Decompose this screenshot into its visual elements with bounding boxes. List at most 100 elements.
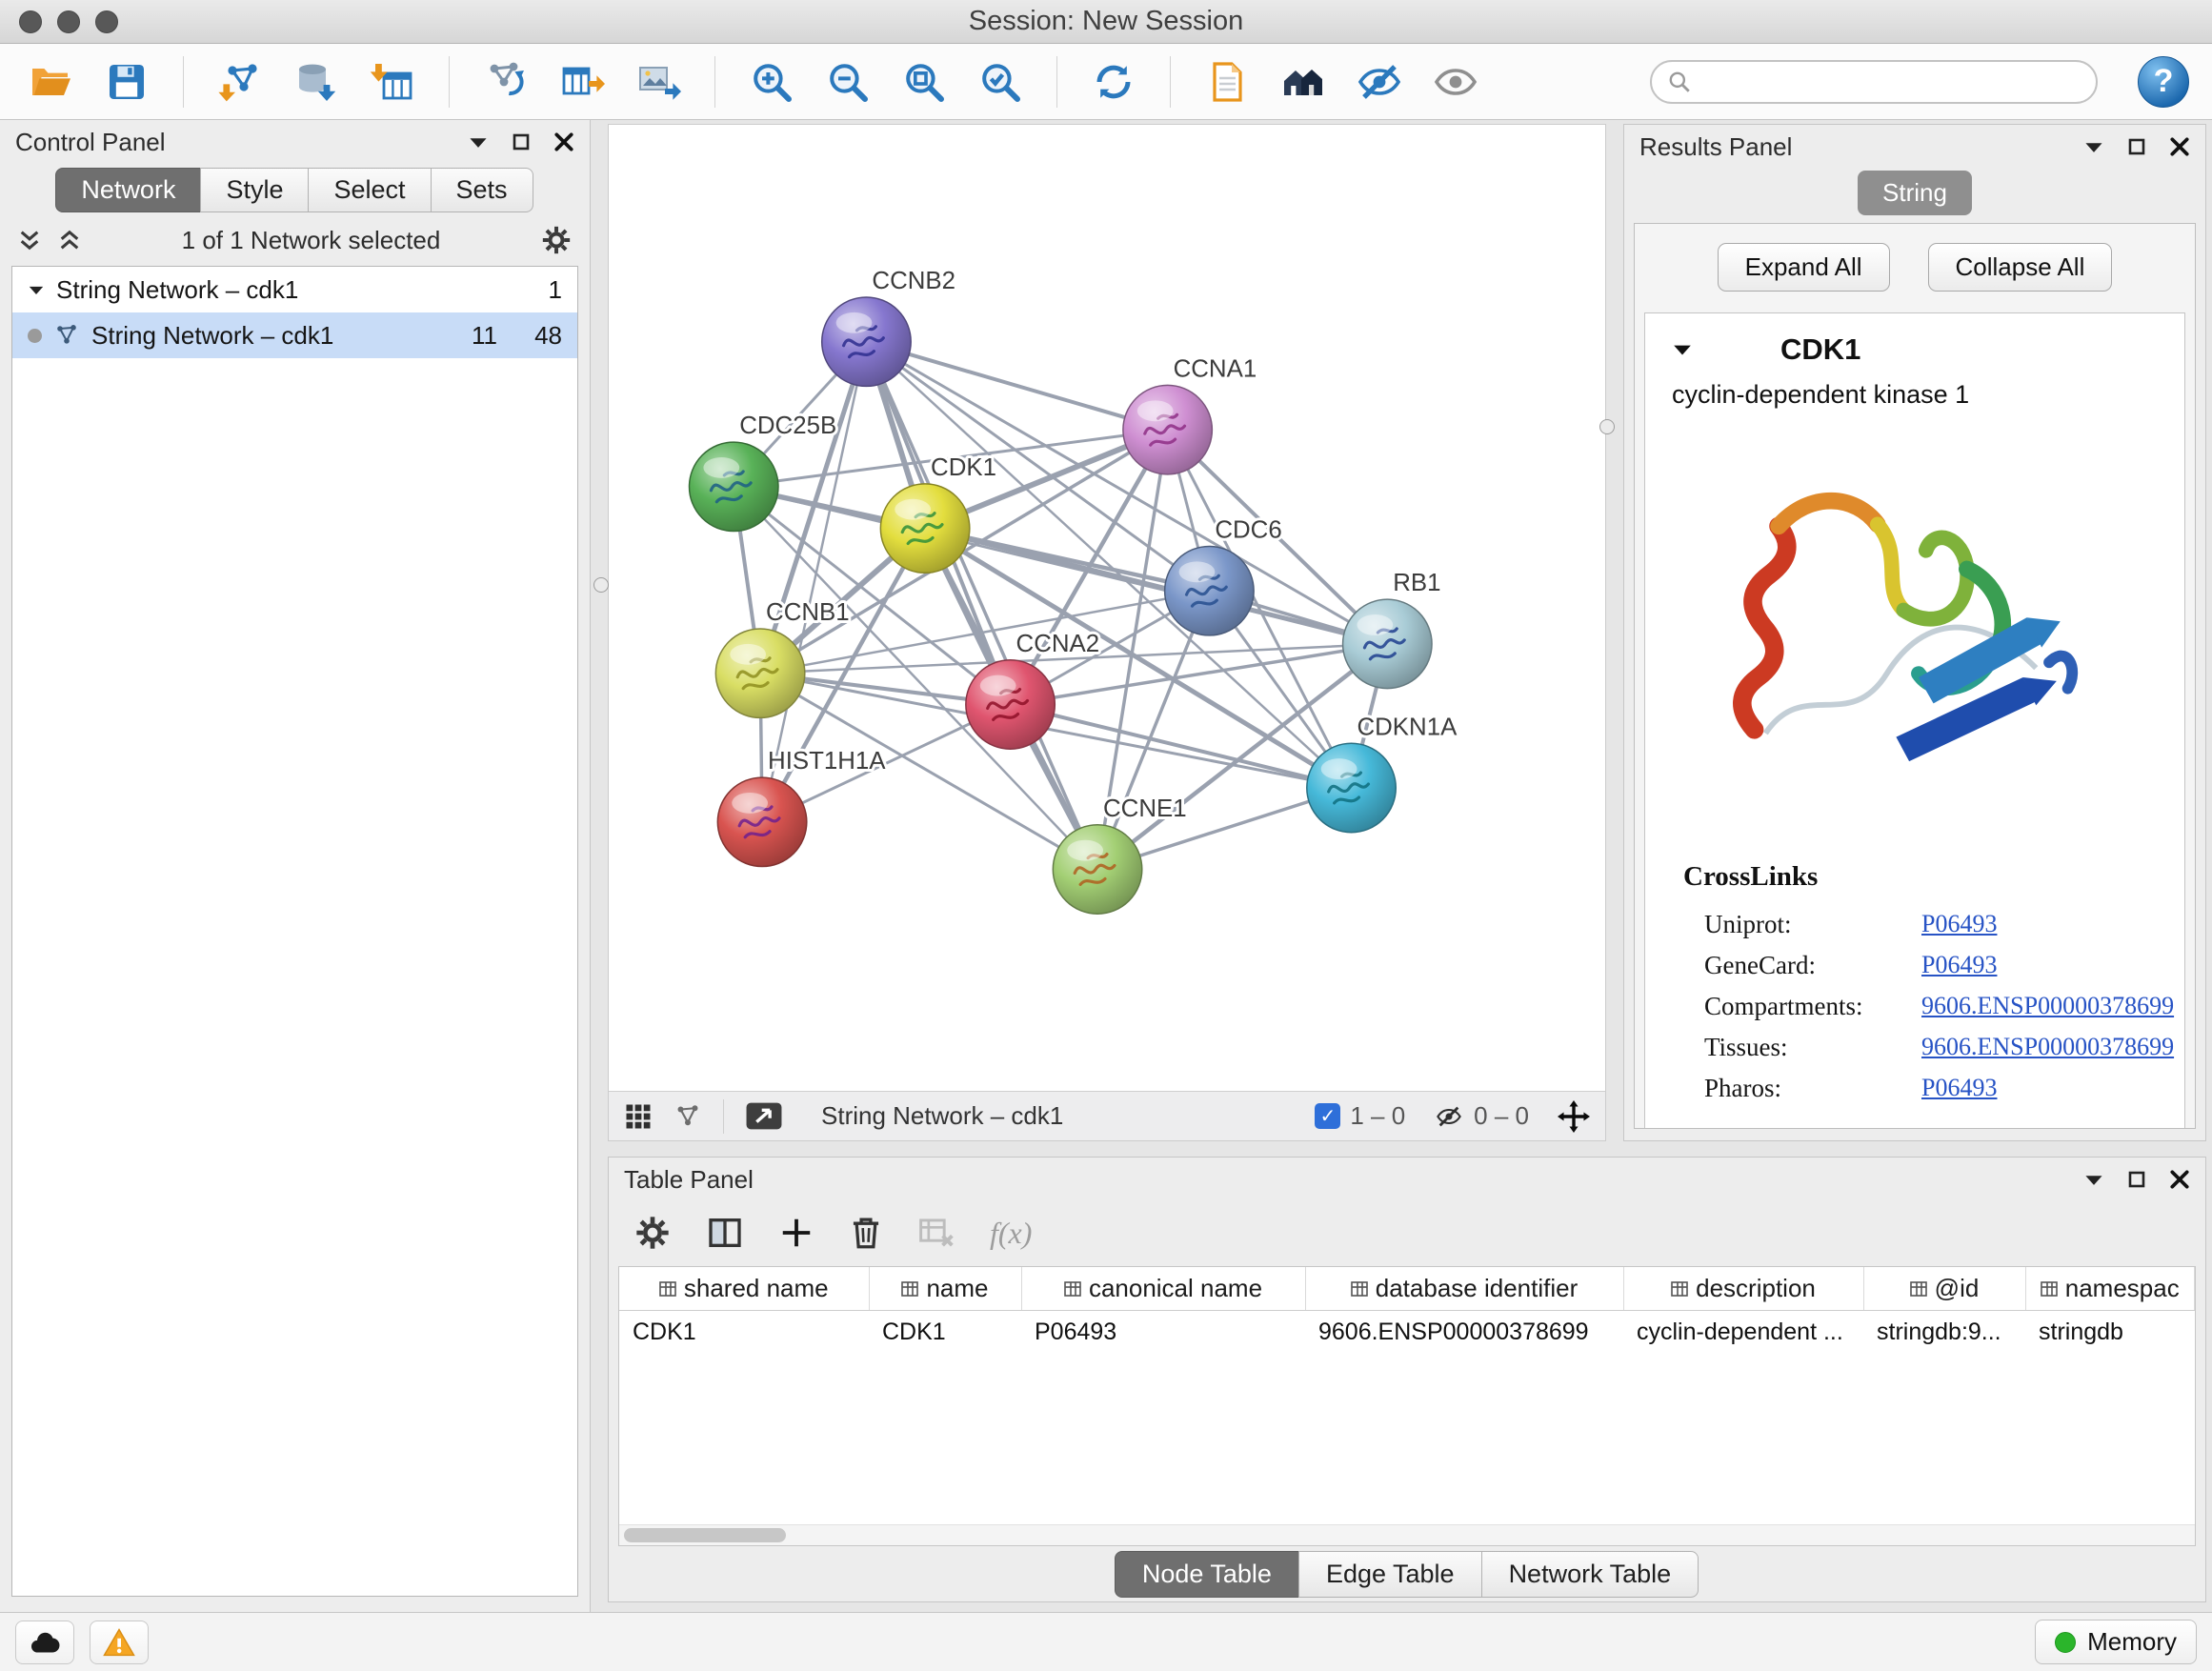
zoom-fit-button[interactable] bbox=[896, 54, 952, 110]
refresh-view-button[interactable] bbox=[1086, 54, 1141, 110]
cell-id[interactable]: stringdb:9... bbox=[1863, 1311, 2025, 1355]
crosslink-label: Compartments: bbox=[1704, 992, 1921, 1021]
function-builder-button[interactable]: f(x) bbox=[990, 1216, 1032, 1251]
pharos-link[interactable]: P06493 bbox=[1921, 1074, 1997, 1103]
toolbar-search[interactable] bbox=[1650, 60, 2098, 104]
network-options-gear-icon[interactable] bbox=[540, 224, 573, 256]
close-panel-icon[interactable] bbox=[2169, 1169, 2190, 1190]
import-table-button[interactable] bbox=[365, 54, 420, 110]
network-edge[interactable] bbox=[925, 529, 1387, 644]
tab-sets[interactable]: Sets bbox=[431, 168, 533, 212]
show-graphics-details-button[interactable] bbox=[1428, 54, 1483, 110]
network-node-hist1h1a[interactable]: HIST1H1A bbox=[717, 748, 886, 866]
delete-column-icon[interactable] bbox=[849, 1214, 883, 1252]
tissues-link[interactable]: 9606.ENSP00000378699 bbox=[1921, 1033, 2174, 1062]
expand-all-button[interactable]: Expand All bbox=[1718, 243, 1890, 292]
column-header[interactable]: database identifier bbox=[1305, 1267, 1623, 1311]
zoom-in-button[interactable] bbox=[744, 54, 799, 110]
document-button[interactable] bbox=[1199, 54, 1255, 110]
column-header[interactable]: description bbox=[1623, 1267, 1863, 1311]
open-session-button[interactable] bbox=[23, 54, 78, 110]
network-node-cdc25b[interactable]: CDC25B bbox=[690, 413, 837, 531]
horizontal-scrollbar[interactable] bbox=[619, 1524, 2195, 1545]
selected-checkbox-icon[interactable]: ✓ bbox=[1315, 1103, 1340, 1129]
gene-card-header[interactable]: CDK1 bbox=[1645, 323, 2184, 376]
tab-edge-table[interactable]: Edge Table bbox=[1298, 1551, 1482, 1598]
import-network-file-button[interactable] bbox=[212, 54, 268, 110]
collapse-section-icon[interactable] bbox=[1672, 342, 1693, 357]
uniprot-link[interactable]: P06493 bbox=[1921, 910, 1997, 939]
export-image-button[interactable] bbox=[631, 54, 686, 110]
close-panel-icon[interactable] bbox=[553, 131, 574, 152]
expand-all-icon[interactable] bbox=[57, 228, 82, 252]
zoom-selected-button[interactable] bbox=[973, 54, 1028, 110]
compartments-link[interactable]: 9606.ENSP00000378699 bbox=[1921, 992, 2174, 1021]
column-header[interactable]: namespac bbox=[2025, 1267, 2195, 1311]
float-panel-icon[interactable] bbox=[2127, 137, 2146, 156]
grid-view-icon[interactable] bbox=[624, 1102, 653, 1131]
browser-home-button[interactable] bbox=[1276, 54, 1331, 110]
tree-expand-icon[interactable] bbox=[28, 284, 45, 296]
panel-menu-icon[interactable] bbox=[468, 135, 489, 150]
add-column-icon[interactable] bbox=[778, 1215, 814, 1251]
tab-style[interactable]: Style bbox=[200, 168, 309, 212]
column-header[interactable]: canonical name bbox=[1021, 1267, 1305, 1311]
cell-database-identifier[interactable]: 9606.ENSP00000378699 bbox=[1305, 1311, 1623, 1355]
network-row-selected[interactable]: String Network – cdk1 11 48 bbox=[12, 312, 577, 358]
network-node-ccna1[interactable]: CCNA1 bbox=[1123, 355, 1257, 473]
show-columns-icon[interactable] bbox=[706, 1214, 744, 1252]
network-view-icon[interactable] bbox=[674, 1102, 702, 1131]
panel-menu-icon[interactable] bbox=[2083, 1173, 2104, 1187]
save-session-button[interactable] bbox=[99, 54, 154, 110]
tab-node-table[interactable]: Node Table bbox=[1115, 1551, 1299, 1598]
memory-button[interactable]: Memory bbox=[2035, 1620, 2197, 1664]
splitter-handle[interactable] bbox=[593, 577, 609, 593]
cloud-status-button[interactable] bbox=[15, 1621, 74, 1664]
collapse-all-icon[interactable] bbox=[17, 228, 42, 252]
maximize-window-button[interactable] bbox=[95, 10, 118, 33]
help-button[interactable]: ? bbox=[2138, 56, 2189, 108]
network-node-cdk1[interactable]: CDK1 bbox=[880, 454, 996, 573]
tab-string[interactable]: String bbox=[1858, 171, 1972, 215]
tab-select[interactable]: Select bbox=[308, 168, 431, 212]
splitter-handle[interactable] bbox=[1599, 419, 1615, 434]
cell-shared-name[interactable]: CDK1 bbox=[619, 1311, 869, 1355]
network-node-cdkn1a[interactable]: CDKN1A bbox=[1307, 714, 1458, 832]
new-network-from-selection-button[interactable] bbox=[478, 54, 533, 110]
zoom-out-button[interactable] bbox=[820, 54, 875, 110]
network-canvas[interactable]: CCNB2CCNA1CDC25BCDK1CDC6RB1CCNB1CCNA2CDK… bbox=[609, 125, 1605, 1091]
minimize-window-button[interactable] bbox=[57, 10, 80, 33]
column-header[interactable]: shared name bbox=[619, 1267, 869, 1311]
hide-graphics-details-button[interactable] bbox=[1352, 54, 1407, 110]
birdseye-view-icon[interactable] bbox=[745, 1101, 783, 1131]
export-table-button[interactable] bbox=[554, 54, 610, 110]
close-panel-icon[interactable] bbox=[2169, 136, 2190, 157]
search-input[interactable] bbox=[1701, 67, 2081, 96]
table-row[interactable]: CDK1 CDK1 P06493 9606.ENSP00000378699 cy… bbox=[619, 1311, 2195, 1355]
network-node-ccnb2[interactable]: CCNB2 bbox=[822, 268, 955, 386]
cell-name[interactable]: CDK1 bbox=[869, 1311, 1021, 1355]
table-options-gear-icon[interactable] bbox=[633, 1214, 672, 1252]
collapse-all-button[interactable]: Collapse All bbox=[1928, 243, 2113, 292]
tab-network[interactable]: Network bbox=[55, 168, 201, 212]
network-node-rb1[interactable]: RB1 bbox=[1343, 570, 1441, 688]
network-edge[interactable] bbox=[866, 342, 1167, 430]
genecard-link[interactable]: P06493 bbox=[1921, 951, 1997, 980]
column-header[interactable]: @id bbox=[1863, 1267, 2025, 1311]
cell-canonical-name[interactable]: P06493 bbox=[1021, 1311, 1305, 1355]
column-header[interactable]: name bbox=[869, 1267, 1021, 1311]
network-canvas-svg[interactable]: CCNB2CCNA1CDC25BCDK1CDC6RB1CCNB1CCNA2CDK… bbox=[609, 125, 1605, 1091]
import-network-database-button[interactable] bbox=[289, 54, 344, 110]
warnings-button[interactable] bbox=[90, 1621, 149, 1664]
pan-move-icon[interactable] bbox=[1558, 1100, 1590, 1133]
close-window-button[interactable] bbox=[19, 10, 42, 33]
scrollbar-thumb[interactable] bbox=[624, 1528, 786, 1542]
tab-network-table[interactable]: Network Table bbox=[1481, 1551, 1699, 1598]
cell-description[interactable]: cyclin-dependent ... bbox=[1623, 1311, 1863, 1355]
float-panel-icon[interactable] bbox=[2127, 1170, 2146, 1189]
network-edge[interactable] bbox=[866, 342, 1097, 870]
float-panel-icon[interactable] bbox=[512, 132, 531, 151]
cell-namespace[interactable]: stringdb bbox=[2025, 1311, 2195, 1355]
panel-menu-icon[interactable] bbox=[2083, 140, 2104, 154]
network-collection-row[interactable]: String Network – cdk1 1 bbox=[12, 267, 577, 312]
